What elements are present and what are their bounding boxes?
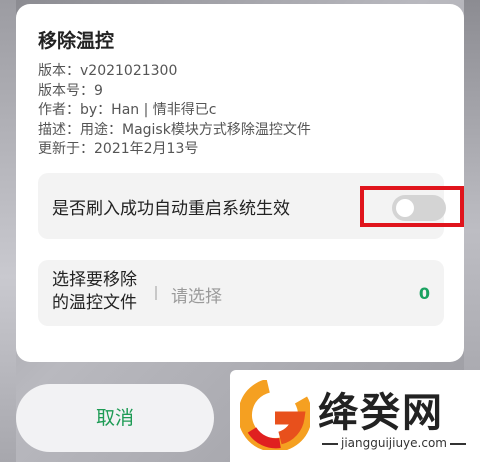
site-watermark: 绛癸网 jiangguijiuye.com <box>230 370 480 462</box>
dash-left <box>321 442 338 445</box>
cancel-button[interactable]: 取消 <box>16 384 214 452</box>
watermark-text: 绛癸网 <box>318 390 444 436</box>
dialog-title: 移除温控 <box>38 30 115 52</box>
dash-right <box>450 442 466 445</box>
module-version: 版本：v2021021300 <box>38 63 178 79</box>
auto-reboot-switch[interactable] <box>392 195 446 221</box>
file-select-row[interactable]: 选择要移除的温控文件 请选择 0 <box>38 260 444 326</box>
file-select-placeholder[interactable]: 请选择 <box>171 282 222 307</box>
watermark-logo-icon <box>240 380 310 450</box>
background-left <box>0 0 16 462</box>
watermark-url-line: jiangguijiuye.com <box>316 436 472 450</box>
module-updated: 更新于：2021年2月13号 <box>38 141 199 157</box>
switch-knob <box>396 199 414 217</box>
file-select-label: 选择要移除的温控文件 <box>52 270 137 313</box>
module-version-code: 版本号：9 <box>38 82 103 99</box>
watermark-url: jiangguijiuye.com <box>340 436 447 450</box>
auto-reboot-row[interactable]: 是否刷入成功自动重启系统生效 <box>38 173 464 239</box>
module-author: 作者：by：Han | 情非得已c <box>38 102 217 118</box>
auto-reboot-label: 是否刷入成功自动重启系统生效 <box>52 199 290 219</box>
module-description: 描述：用途：Magisk模块方式移除温控文件 <box>38 121 311 138</box>
module-dialog: 移除温控 版本：v2021021300 版本号：9 作者：by：Han | 情非… <box>16 4 464 362</box>
module-info: 版本：v2021021300 版本号：9 作者：by：Han | 情非得已c 描… <box>38 62 311 160</box>
field-divider <box>155 286 157 300</box>
selected-count: 0 <box>418 284 430 303</box>
